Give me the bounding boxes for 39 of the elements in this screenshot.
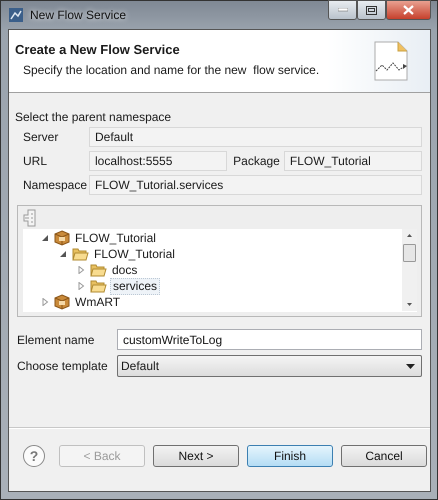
field-label: Choose template [16, 359, 109, 373]
field-label: Server [23, 130, 60, 144]
maximize-icon [366, 6, 377, 14]
template-dropdown[interactable]: Default [117, 355, 422, 377]
dialog-button[interactable]: Finish [247, 444, 333, 466]
field-label: Element name [16, 332, 96, 346]
tree-item[interactable]: WmART [73, 294, 122, 310]
package-icon [54, 294, 70, 310]
dialog-heading: Create a New Flow Service [15, 42, 181, 56]
package-icon [54, 230, 70, 246]
document-flow-icon [374, 41, 408, 81]
dropdown-arrow-icon [406, 364, 415, 368]
tree-item[interactable]: FLOW_Tutorial [92, 246, 177, 262]
window-title: New Flow Service [30, 8, 128, 22]
read-only-field: FLOW_Tutorial [284, 151, 422, 171]
dialog-description: Specify the location and name for the new flow service. [23, 62, 320, 76]
read-only-field: localhost:5555 [89, 151, 228, 171]
open-folder-icon [90, 263, 107, 277]
field-label: Package [233, 154, 280, 168]
minimize-button[interactable] [328, 0, 357, 20]
field-label: Namespace [23, 178, 85, 192]
open-folder-icon [72, 247, 89, 261]
close-icon [403, 5, 414, 15]
tree-item[interactable]: services [110, 278, 160, 294]
tree-item[interactable]: docs [110, 262, 140, 278]
section-label: Select the parent namespace [15, 110, 172, 124]
minimize-icon [338, 8, 348, 12]
app-icon [8, 7, 24, 23]
dialog-button[interactable]: Next > [153, 444, 239, 466]
read-only-field: Default [89, 127, 422, 147]
tree-item[interactable]: FLOW_Tutorial [73, 230, 158, 246]
maximize-button[interactable] [357, 0, 386, 20]
dialog-button[interactable]: Cancel [341, 444, 427, 466]
element-name-field[interactable]: customWriteToLog [117, 329, 422, 350]
help-button[interactable]: ? [23, 444, 45, 466]
close-button[interactable] [386, 0, 431, 20]
read-only-field: FLOW_Tutorial.services [89, 175, 422, 195]
field-label: URL [23, 154, 48, 168]
open-folder-icon [90, 279, 107, 293]
